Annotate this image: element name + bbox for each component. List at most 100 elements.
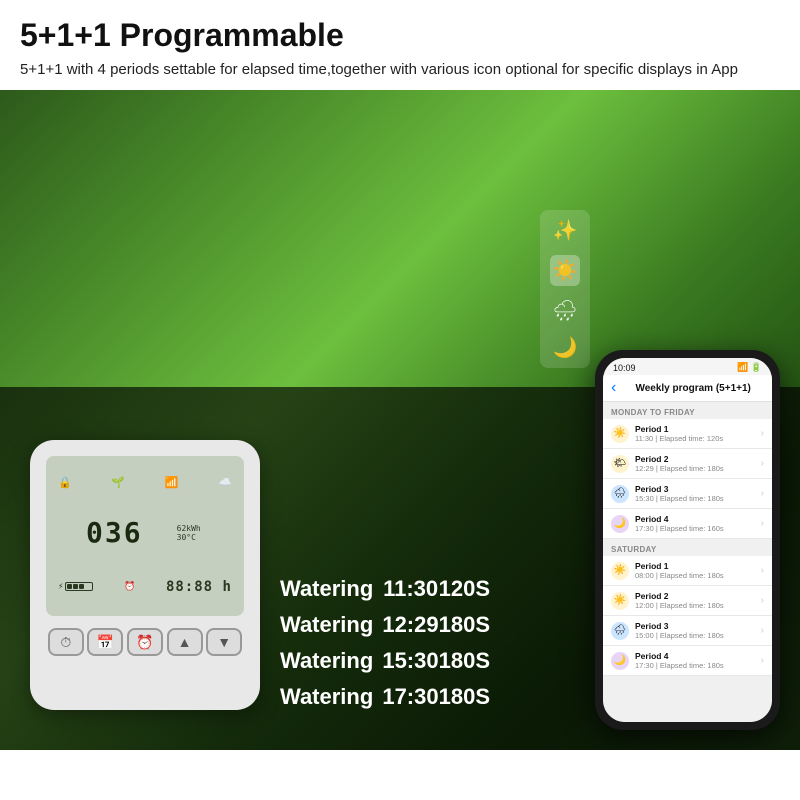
header-description: 5+1+1 with 4 periods settable for elapse… [20,59,780,80]
phone-item-mf-4[interactable]: 🌙 Period 4 17:30 | Elapsed time: 160s › [603,509,772,539]
schedule-duration-1: 120S [439,576,490,602]
phone-status-bar: 10:09 📶 🔋 [603,358,772,375]
schedule-row-3: Watering 15:30 180S [280,648,490,674]
item-title-3: Period 3 [635,484,755,494]
arrow-icon-2: › [761,458,764,469]
phone-content: Monday To Friday ☀️ Period 1 11:30 | Ela… [603,402,772,722]
sat-icon-4: 🌙 [611,652,629,670]
sat-arrow-3: › [761,625,764,636]
panel-icon-moon[interactable]: 🌙 [553,335,578,360]
btn-up[interactable]: ▲ [167,628,203,656]
sat-icon-2: ☀️ [611,592,629,610]
sat-sub-4: 17:30 | Elapsed time: 180s [635,661,755,670]
phone-item-sat-2[interactable]: ☀️ Period 2 12:00 | Elapsed time: 180s › [603,586,772,616]
item-icon-rain-3: 🌧 [611,485,629,503]
sat-sub-2: 12:00 | Elapsed time: 180s [635,601,755,610]
schedule-row-4: Watering 17:30 180S [280,684,490,710]
phone-section-mf: Monday To Friday [603,402,772,419]
battery-icon: ⚡ [58,582,63,592]
schedule-duration-4: 180S [439,684,490,710]
phone-item-mf-3[interactable]: 🌧 Period 3 15:30 | Elapsed time: 180s › [603,479,772,509]
btn-clock[interactable]: ⏰ [127,628,163,656]
item-title-1: Period 1 [635,424,755,434]
phone-signal: 📶 🔋 [737,362,762,373]
schedule-time-1: 11:30 [383,576,439,602]
schedule-label-1: Watering [280,576,383,602]
panel-icon-sparkle[interactable]: ✨ [553,218,578,243]
schedule-row-1: Watering 11:30 120S [280,576,490,602]
alarm-icon: ⏰ [124,582,135,592]
arrow-icon-4: › [761,518,764,529]
panel-icon-rain[interactable]: 🌧 [552,298,577,323]
device-unit: 🔒 🌱 📶 ☁️ 036 62kWh 30°C ⚡ [30,440,260,710]
main-area: 🔒 🌱 📶 ☁️ 036 62kWh 30°C ⚡ [0,90,800,750]
device-right-info: 62kWh 30°C [177,503,236,563]
schedule-label-3: Watering [280,648,382,674]
item-sub-2: 12:29 | Elapsed time: 180s [635,464,755,473]
sat-sub-3: 15:00 | Elapsed time: 180s [635,631,755,640]
sat-arrow-1: › [761,565,764,576]
phone-nav-title: Weekly program (5+1+1) [622,383,764,394]
item-icon-moon-4: 🌙 [611,515,629,533]
schedule-duration-2: 180S [439,612,490,638]
cloud-icon: ☁️ [218,476,232,489]
item-sub-4: 17:30 | Elapsed time: 160s [635,524,755,533]
phone-item-mf-2[interactable]: 🌤 Period 2 12:29 | Elapsed time: 180s › [603,449,772,479]
schedule-time-3: 15:30 [382,648,438,674]
sat-title-2: Period 2 [635,591,755,601]
device-temp: 30°C [177,533,196,542]
schedule-time-2: 12:29 [382,612,438,638]
arrow-icon-1: › [761,428,764,439]
sat-title-1: Period 1 [635,561,755,571]
device-kwh: 62kWh [177,524,201,533]
battery-seg-1 [67,584,72,589]
item-icon-sun-1: ☀️ [611,425,629,443]
phone-section-sat: Saturday [603,539,772,556]
item-sub-1: 11:30 | Elapsed time: 120s [635,434,755,443]
schedule-duration-3: 180S [439,648,490,674]
device-time: 88:88 h [166,579,232,595]
schedule-label-2: Watering [280,612,382,638]
btn-down[interactable]: ▼ [206,628,242,656]
item-text-4: Period 4 17:30 | Elapsed time: 160s [635,514,755,533]
plant-icon: 🌱 [111,476,125,489]
phone-item-sat-1[interactable]: ☀️ Period 1 08:00 | Elapsed time: 180s › [603,556,772,586]
sat-icon-1: ☀️ [611,562,629,580]
sat-sub-1: 08:00 | Elapsed time: 180s [635,571,755,580]
item-title-2: Period 2 [635,454,755,464]
battery-seg-2 [73,584,78,589]
phone-time: 10:09 [613,363,636,373]
phone-item-mf-1[interactable]: ☀️ Period 1 11:30 | Elapsed time: 120s › [603,419,772,449]
sat-arrow-4: › [761,655,764,666]
phone-item-sat-4[interactable]: 🌙 Period 4 17:30 | Elapsed time: 180s › [603,646,772,676]
phone-mockup: 10:09 📶 🔋 ‹ Weekly program (5+1+1) Monda… [595,350,780,730]
phone-screen: 10:09 📶 🔋 ‹ Weekly program (5+1+1) Monda… [603,358,772,722]
item-text-1: Period 1 11:30 | Elapsed time: 120s [635,424,755,443]
battery-bar [65,582,93,591]
sat-title-4: Period 4 [635,651,755,661]
device-screen: 🔒 🌱 📶 ☁️ 036 62kWh 30°C ⚡ [46,456,244,616]
sat-title-3: Period 3 [635,621,755,631]
panel-icon-sun[interactable]: ☀️ [550,255,581,286]
item-text-2: Period 2 12:29 | Elapsed time: 180s [635,454,755,473]
icons-panel: ✨ ☀️ 🌧 🌙 [540,210,590,368]
lock-icon: 🔒 [58,476,72,489]
item-text-3: Period 3 15:30 | Elapsed time: 180s [635,484,755,503]
schedule-time-4: 17:30 [382,684,438,710]
battery-seg-3 [79,584,84,589]
arrow-icon-3: › [761,488,764,499]
wifi-icon: 📶 [165,476,179,489]
phone-item-sat-3[interactable]: 🌧 Period 3 15:00 | Elapsed time: 180s › [603,616,772,646]
item-title-4: Period 4 [635,514,755,524]
phone-back-button[interactable]: ‹ [611,379,616,397]
schedule-row-2: Watering 12:29 180S [280,612,490,638]
sat-icon-3: 🌧 [611,622,629,640]
battery-indicator: ⚡ [58,582,93,592]
sat-arrow-2: › [761,595,764,606]
item-icon-sun-2: 🌤 [611,455,629,473]
btn-timer[interactable]: ⏱ [48,628,84,656]
device-top-icons: 🔒 🌱 📶 ☁️ [54,464,236,500]
btn-calendar[interactable]: 📅 [87,628,123,656]
device-middle: 036 [54,503,175,563]
schedule-label-4: Watering [280,684,382,710]
